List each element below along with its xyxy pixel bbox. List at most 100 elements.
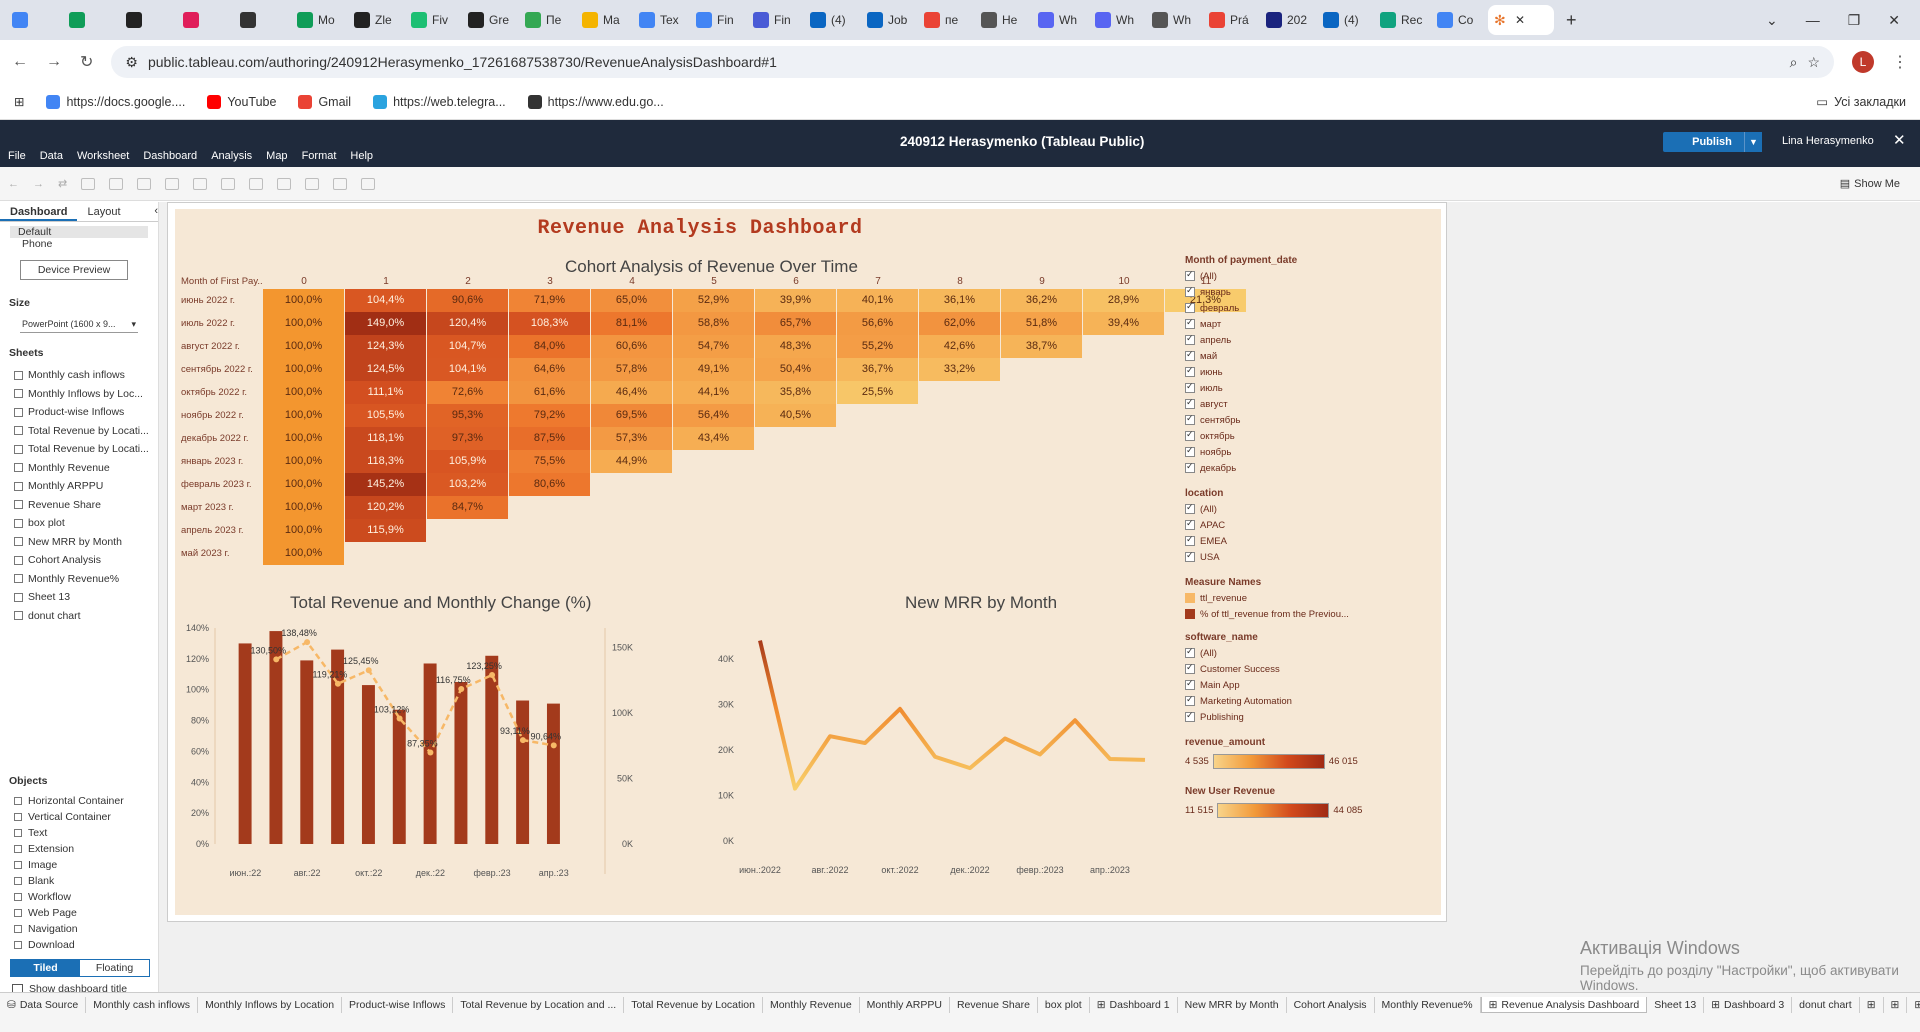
legend-month-item[interactable]: май bbox=[1185, 348, 1435, 364]
browser-tab[interactable]: Mo bbox=[291, 5, 346, 35]
sheet-item[interactable]: donut chart bbox=[0, 607, 158, 626]
cohort-cell[interactable]: 79,2% bbox=[509, 404, 590, 427]
cohort-cell[interactable]: 36,1% bbox=[919, 289, 1000, 312]
cohort-cell[interactable]: 100,0% bbox=[263, 427, 344, 450]
apps-grid-icon[interactable]: ⊞ bbox=[14, 94, 24, 109]
bookmark-item[interactable]: https://www.edu.go... bbox=[527, 94, 664, 109]
legend-location-item[interactable]: EMEA bbox=[1185, 533, 1435, 549]
bookmark-item[interactable]: https://web.telegra... bbox=[373, 94, 506, 109]
legend-software-item[interactable]: (All) bbox=[1185, 645, 1435, 661]
sheet-item[interactable]: Monthly Inflows by Loc... bbox=[0, 385, 158, 404]
browser-tab[interactable]: Prá bbox=[1203, 5, 1258, 35]
browser-tab[interactable] bbox=[177, 5, 232, 35]
menu-item-data[interactable]: Data bbox=[40, 150, 63, 162]
legend-month-item[interactable]: сентябрь bbox=[1185, 412, 1435, 428]
minimize-icon[interactable]: — bbox=[1806, 12, 1820, 29]
legend-measure-item[interactable]: ttl_revenue bbox=[1185, 590, 1435, 606]
cohort-cell[interactable]: 56,4% bbox=[673, 404, 754, 427]
tab-close-icon[interactable]: ✕ bbox=[1515, 13, 1525, 27]
sheet-item[interactable]: Monthly Revenue% bbox=[0, 570, 158, 589]
cohort-cell[interactable]: 100,0% bbox=[263, 519, 344, 542]
browser-tab[interactable]: пе bbox=[918, 5, 973, 35]
cohort-cell[interactable]: 120,4% bbox=[427, 312, 508, 335]
cohort-cell[interactable]: 108,3% bbox=[509, 312, 590, 335]
object-item[interactable]: Blank bbox=[0, 873, 158, 889]
swap-icon[interactable] bbox=[193, 177, 208, 190]
sheet-tab[interactable]: ⛁ Data Source bbox=[0, 997, 87, 1013]
object-item[interactable]: Download bbox=[0, 937, 158, 953]
sort-asc-icon[interactable] bbox=[221, 177, 236, 190]
device-preview-button[interactable]: Device Preview bbox=[20, 260, 128, 280]
menu-item-analysis[interactable]: Analysis bbox=[211, 150, 252, 162]
sheet-item[interactable]: box plot bbox=[0, 514, 158, 533]
cohort-cell[interactable]: 124,5% bbox=[345, 358, 426, 381]
sheet-tab[interactable]: Monthly Inflows by Location bbox=[198, 997, 343, 1013]
object-item[interactable]: Vertical Container bbox=[0, 809, 158, 825]
browser-tab[interactable]: Wh bbox=[1089, 5, 1144, 35]
object-item[interactable]: Extension bbox=[0, 841, 158, 857]
cohort-cell[interactable]: 44,9% bbox=[591, 450, 672, 473]
close-icon[interactable]: ✕ bbox=[1893, 131, 1906, 149]
legend-month-item[interactable]: декабрь bbox=[1185, 460, 1435, 476]
sheet-item[interactable]: Monthly Revenue bbox=[0, 459, 158, 478]
tiled-button[interactable]: Tiled bbox=[11, 960, 80, 976]
new-story-icon[interactable]: ⊞ bbox=[1907, 997, 1920, 1013]
cohort-cell[interactable]: 62,0% bbox=[919, 312, 1000, 335]
revenue-change-chart[interactable]: 0% 20% 40% 60% 80% 100% 120% 140% 0K 50K 100K 150K 1… bbox=[175, 616, 695, 886]
legend-month-item[interactable]: январь bbox=[1185, 284, 1435, 300]
cohort-cell[interactable]: 25,5% bbox=[837, 381, 918, 404]
browser-tab[interactable]: Wh bbox=[1146, 5, 1201, 35]
sheet-tab[interactable]: Monthly Revenue bbox=[763, 997, 860, 1013]
object-item[interactable]: Text bbox=[0, 825, 158, 841]
cohort-cell[interactable]: 100,0% bbox=[263, 358, 344, 381]
browser-tab[interactable]: Zle bbox=[348, 5, 403, 35]
cohort-cell[interactable]: 104,1% bbox=[427, 358, 508, 381]
sheet-item[interactable]: New MRR by Month bbox=[0, 533, 158, 552]
url-field[interactable]: ⚙ public.tableau.com/authoring/240912Her… bbox=[111, 46, 1834, 78]
sheet-tab[interactable]: Total Revenue by Location bbox=[624, 997, 763, 1013]
collapse-icon[interactable]: ‹ bbox=[148, 202, 158, 221]
sheet-item[interactable]: Monthly ARPPU bbox=[0, 477, 158, 496]
size-select[interactable]: PowerPoint (1600 x 9... ▾ bbox=[20, 317, 138, 333]
browser-tab[interactable]: 202 bbox=[1260, 5, 1315, 35]
replay-icon[interactable]: ⇄ bbox=[58, 177, 67, 190]
cohort-cell[interactable]: 72,6% bbox=[427, 381, 508, 404]
duplicate-sheet-icon[interactable] bbox=[137, 177, 152, 190]
labels-icon[interactable] bbox=[305, 177, 320, 190]
object-item[interactable]: Navigation bbox=[0, 921, 158, 937]
cohort-cell[interactable]: 54,7% bbox=[673, 335, 754, 358]
undo-icon[interactable]: ← bbox=[8, 178, 19, 190]
maximize-icon[interactable]: ❐ bbox=[1848, 12, 1861, 29]
cohort-cell[interactable]: 57,3% bbox=[591, 427, 672, 450]
zoom-icon[interactable]: ⌕ bbox=[1790, 54, 1798, 71]
cohort-cell[interactable]: 115,9% bbox=[345, 519, 426, 542]
sheet-tab[interactable]: Monthly cash inflows bbox=[86, 997, 199, 1013]
menu-item-format[interactable]: Format bbox=[302, 150, 337, 162]
new-dashboard-icon[interactable]: ⊞ bbox=[1884, 997, 1908, 1013]
new-datasource-icon[interactable] bbox=[81, 177, 96, 190]
legend-location-item[interactable]: (All) bbox=[1185, 501, 1435, 517]
back-icon[interactable]: ← bbox=[12, 53, 28, 71]
cohort-cell[interactable]: 100,0% bbox=[263, 335, 344, 358]
cohort-cell[interactable]: 75,5% bbox=[509, 450, 590, 473]
cohort-cell[interactable]: 50,4% bbox=[755, 358, 836, 381]
cohort-cell[interactable]: 36,2% bbox=[1001, 289, 1082, 312]
browser-tab[interactable] bbox=[63, 5, 118, 35]
new-worksheet-icon[interactable]: ⊞ bbox=[1860, 997, 1884, 1013]
cohort-cell[interactable]: 42,6% bbox=[919, 335, 1000, 358]
cohort-cell[interactable]: 111,1% bbox=[345, 381, 426, 404]
menu-item-help[interactable]: Help bbox=[350, 150, 373, 162]
cohort-cell[interactable]: 44,1% bbox=[673, 381, 754, 404]
legend-software-item[interactable]: Main App bbox=[1185, 677, 1435, 693]
user-name[interactable]: Lina Herasymenko bbox=[1782, 135, 1874, 147]
sheet-item[interactable]: Product-wise Inflows bbox=[0, 403, 158, 422]
tab-layout[interactable]: Layout bbox=[77, 202, 148, 221]
legend-month-item[interactable]: февраль bbox=[1185, 300, 1435, 316]
sheet-item[interactable]: Sheet 13 bbox=[0, 588, 158, 607]
legend-software-item[interactable]: Customer Success bbox=[1185, 661, 1435, 677]
browser-tab[interactable]: Fiv bbox=[405, 5, 460, 35]
browser-tab[interactable]: (4) bbox=[1317, 5, 1372, 35]
cohort-cell[interactable]: 56,6% bbox=[837, 312, 918, 335]
cohort-cell[interactable]: 81,1% bbox=[591, 312, 672, 335]
cohort-cell[interactable]: 100,0% bbox=[263, 496, 344, 519]
